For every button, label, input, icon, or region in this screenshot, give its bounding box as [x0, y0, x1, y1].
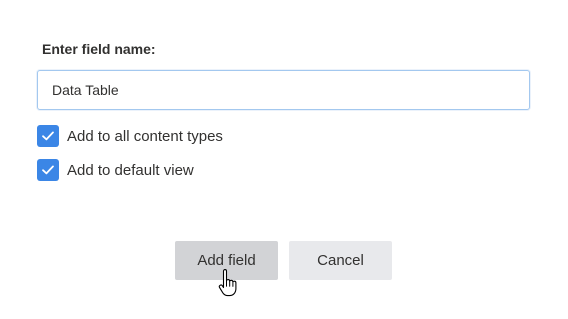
- add-to-all-content-types-checkbox[interactable]: [37, 125, 59, 147]
- field-name-label: Enter field name:: [42, 41, 156, 57]
- add-to-default-view-label: Add to default view: [67, 161, 194, 179]
- cancel-button[interactable]: Cancel: [289, 241, 392, 280]
- add-to-all-content-types-option[interactable]: Add to all content types: [37, 125, 223, 147]
- add-to-all-content-types-label: Add to all content types: [67, 127, 223, 145]
- add-field-dialog: Enter field name: Add to all content typ…: [0, 0, 568, 319]
- checkmark-icon: [42, 131, 54, 141]
- checkmark-icon: [42, 165, 54, 175]
- field-name-input[interactable]: [37, 70, 530, 110]
- add-field-button[interactable]: Add field: [175, 241, 278, 280]
- add-to-default-view-checkbox[interactable]: [37, 159, 59, 181]
- add-to-default-view-option[interactable]: Add to default view: [37, 159, 194, 181]
